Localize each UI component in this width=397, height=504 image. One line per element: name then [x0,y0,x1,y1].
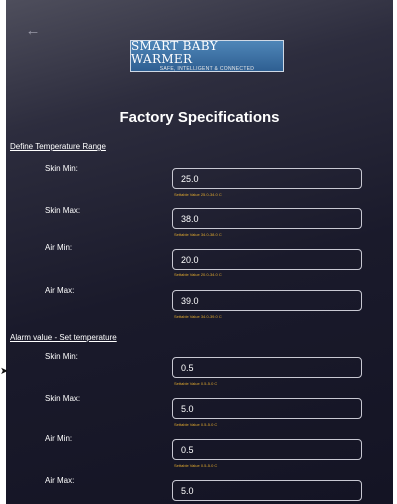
logo-tagline: SAFE, INTELLIGENT & CONNECTED [159,65,255,72]
brand-logo: SMART BABY WARMER SAFE, INTELLIGENT & CO… [130,38,284,72]
alarm-air-max-label: Air Max: [45,476,75,485]
alarm-air-min-input[interactable] [172,439,362,460]
temp-skin-min-input[interactable] [172,168,362,189]
temp-air-min-hint: Settable Value 20.0-34.0 C [174,272,222,277]
alarm-skin-max-hint: Settable Value 0.5-5.0 C [174,422,218,427]
alarm-skin-min-label: Skin Min: [45,352,78,361]
alarm-skin-min-hint: Settable Value 0.5-5.0 C [174,381,218,386]
temp-air-max-hint: Settable Value 34.0-39.0 C [174,314,222,319]
alarm-skin-max-input[interactable] [172,398,362,419]
temp-skin-max-input[interactable] [172,208,362,229]
page-title: Factory Specifications [119,109,280,126]
logo-title: SMART BABY WARMER [131,38,218,66]
temp-skin-max-hint: Settable Value 34.0-38.0 C [174,232,222,237]
alarm-air-max-input[interactable] [172,480,362,501]
temp-air-min-label: Air Min: [45,243,73,252]
back-button[interactable]: ← [24,22,42,40]
section-title-alarm-value: Alarm value - Set temperature [10,333,117,342]
alarm-skin-min-input[interactable] [172,357,362,378]
arrow-left-icon: ← [25,22,41,39]
app-screen: ← SMART BABY WARMER SAFE, INTELLIGENT & … [6,0,393,504]
temp-air-min-input[interactable] [172,249,362,270]
alarm-skin-max-label: Skin Max: [45,394,81,403]
alarm-air-min-hint: Settable Value 0.5-5.0 C [174,463,218,468]
temp-air-max-label: Air Max: [45,286,75,295]
pointer-arrow-icon: ➤ [0,366,9,377]
temp-air-max-input[interactable] [172,290,362,311]
alarm-air-min-label: Air Min: [45,434,73,443]
temp-skin-max-label: Skin Max: [45,206,81,215]
temp-skin-min-hint: Settable Value 25.0-34.0 C [174,192,222,197]
section-title-temperature-range: Define Temperature Range [10,142,106,151]
temp-skin-min-label: Skin Min: [45,164,78,173]
